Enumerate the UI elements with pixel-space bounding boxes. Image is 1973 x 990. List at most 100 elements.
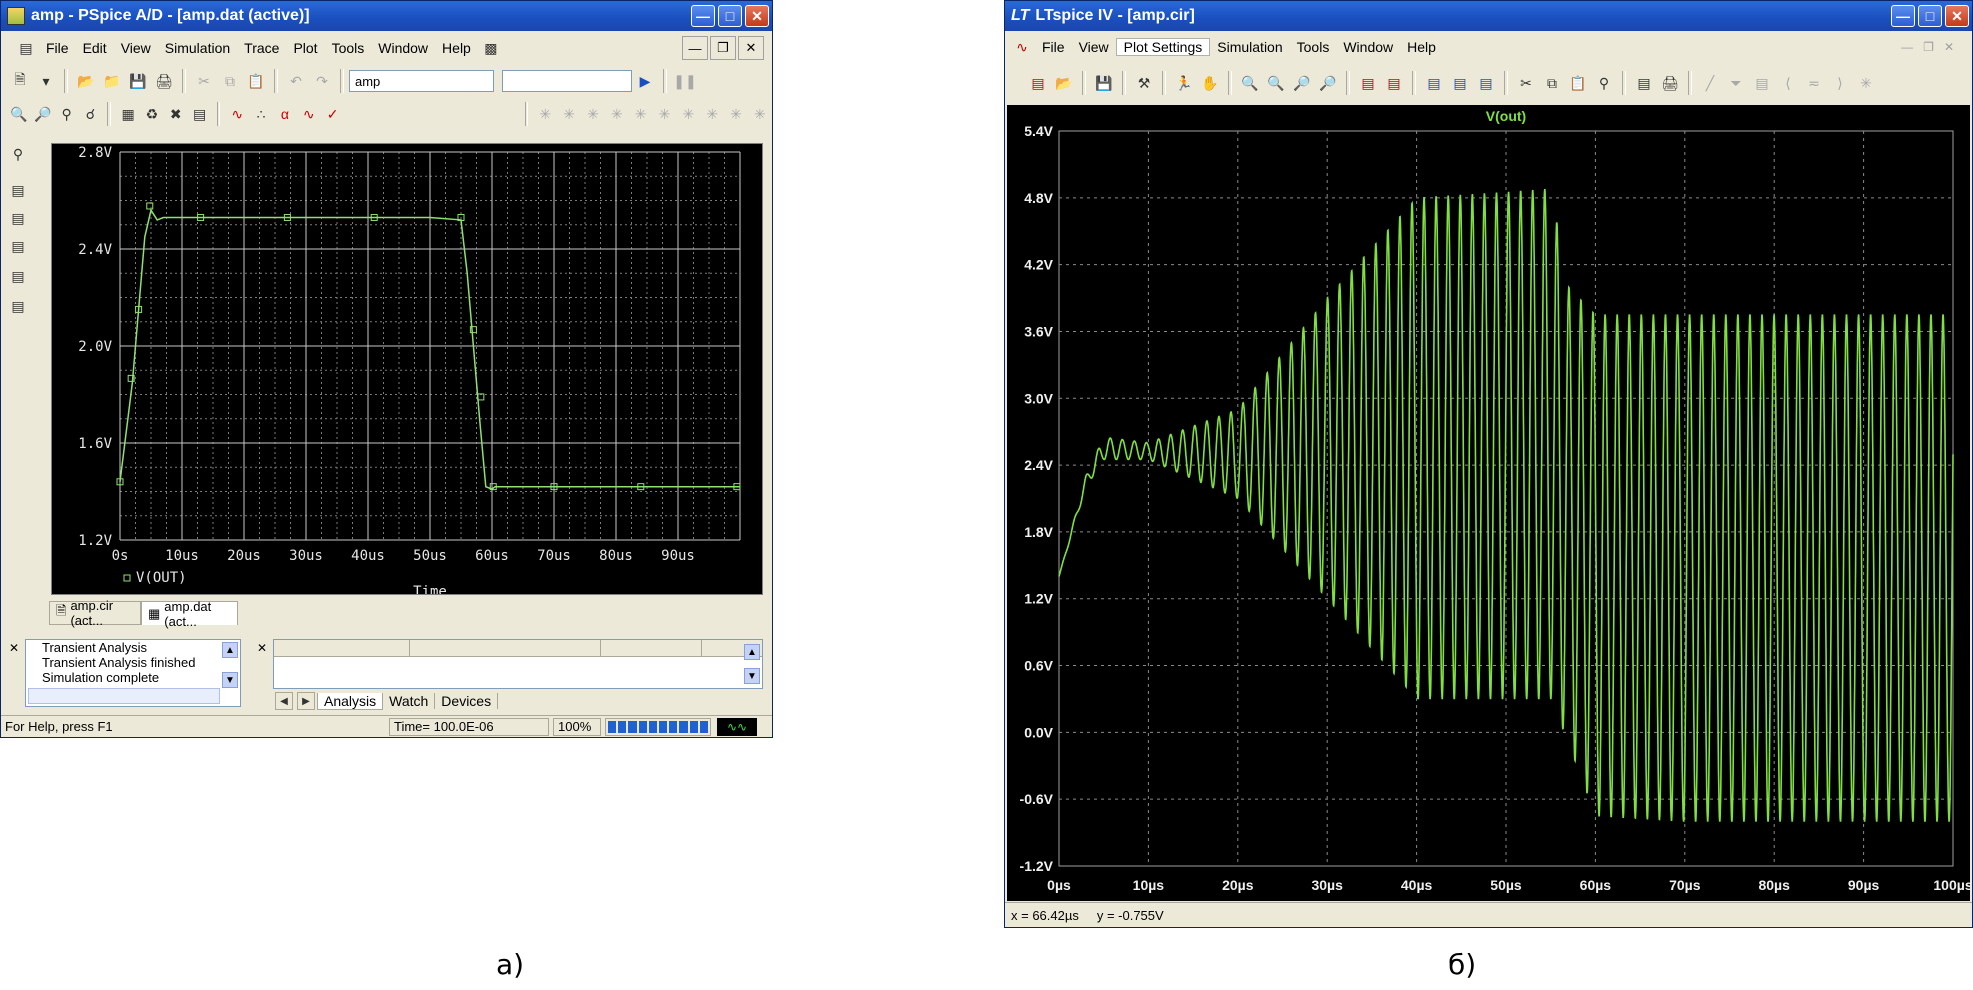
mark-label-icon[interactable]: ✳: [750, 103, 770, 125]
cursor-slope-icon[interactable]: ✳: [583, 103, 603, 125]
probe-icon[interactable]: ▤: [7, 295, 29, 317]
log-x-icon[interactable]: ▦: [118, 103, 138, 125]
maximize-button[interactable]: □: [718, 5, 742, 27]
menu-file[interactable]: File: [39, 40, 76, 56]
lt-pick-visible-icon[interactable]: ▤: [1383, 72, 1405, 94]
output-scroll-down[interactable]: ▼: [222, 672, 238, 688]
sim-settings-icon[interactable]: ▤: [7, 179, 29, 201]
menu-tools[interactable]: Tools: [325, 40, 372, 56]
watch-col-3[interactable]: [601, 640, 702, 656]
new-icon[interactable]: 🗎: [9, 70, 31, 92]
prev-transition-icon[interactable]: ✳: [726, 103, 746, 125]
tab-amp-cir[interactable]: 🗎 amp.cir (act...: [49, 598, 141, 628]
watch-scroll-down[interactable]: ▼: [744, 668, 760, 684]
tab-watch[interactable]: Watch: [383, 693, 436, 709]
lt-open-icon[interactable]: 📂: [1053, 72, 1075, 94]
lt-menu-plot-settings[interactable]: Plot Settings: [1115, 38, 1211, 56]
lt-run-icon[interactable]: 🏃: [1173, 72, 1195, 94]
redo-icon[interactable]: ↷: [311, 70, 333, 92]
open-sim-icon[interactable]: 📁: [101, 70, 123, 92]
log-y-icon[interactable]: ▤: [190, 103, 210, 125]
ltspice-title-bar[interactable]: LT LTspice IV - [amp.cir] — □ ✕: [1005, 1, 1972, 31]
pin-icon[interactable]: ⚲: [7, 143, 29, 165]
pspice-plot-area[interactable]: 2.8V 2.4V 2.0V 1.6V 1.2V 0s 10us 20us 30us 40us 50…: [51, 143, 763, 600]
sim-messages-icon[interactable]: ▤: [7, 235, 29, 257]
lt-inductor-icon[interactable]: ⟩: [1829, 72, 1851, 94]
lt-menu-file[interactable]: File: [1035, 39, 1072, 55]
tab-analysis[interactable]: Analysis: [317, 692, 384, 710]
next-transition-icon[interactable]: ✳: [702, 103, 722, 125]
lt-autorange-icon[interactable]: ▤: [1357, 72, 1379, 94]
lt-zoom-out-icon[interactable]: 🔎: [1291, 72, 1313, 94]
lt-zoom-area-icon[interactable]: 🔍: [1265, 72, 1287, 94]
secondary-combo[interactable]: [502, 70, 632, 92]
lt-minimize-button[interactable]: —: [1891, 5, 1915, 27]
mdi-restore-button[interactable]: ❐: [710, 36, 736, 60]
cursor-max-icon[interactable]: ✳: [631, 103, 651, 125]
text-label-icon[interactable]: α: [275, 103, 295, 125]
help-icon[interactable]: ▩: [480, 37, 502, 59]
cursor-trough-icon[interactable]: ✳: [559, 103, 579, 125]
eval-goal-icon[interactable]: ∴: [251, 103, 271, 125]
tab-devices[interactable]: Devices: [435, 693, 499, 709]
lt-menu-tools[interactable]: Tools: [1290, 39, 1337, 55]
minimize-button[interactable]: —: [691, 5, 715, 27]
lt-find-icon[interactable]: ⚲: [1593, 72, 1615, 94]
lt-capacitor-icon[interactable]: ≂: [1803, 72, 1825, 94]
lt-doc-icon[interactable]: ∿: [1011, 36, 1033, 58]
lt-maximize-button[interactable]: □: [1918, 5, 1942, 27]
lt-tile-vert-icon[interactable]: ▤: [1475, 72, 1497, 94]
output-scroll-up[interactable]: ▲: [222, 642, 238, 658]
lt-diode-icon[interactable]: ✳: [1855, 72, 1877, 94]
lt-menu-view[interactable]: View: [1072, 39, 1116, 55]
run-icon[interactable]: ▶: [634, 70, 656, 92]
lt-control-panel-icon[interactable]: ⚒: [1133, 72, 1155, 94]
cursor-point-icon[interactable]: ✳: [655, 103, 675, 125]
menu-help[interactable]: Help: [435, 40, 478, 56]
output-pane-close-icon[interactable]: ✕: [9, 641, 19, 655]
watch-scroll-up[interactable]: ▲: [744, 644, 760, 660]
lt-zoom-fit-icon[interactable]: 🔎: [1317, 72, 1339, 94]
save-icon[interactable]: 💾: [127, 70, 149, 92]
lt-copy-icon[interactable]: ⧉: [1541, 72, 1563, 94]
toggle-cursor-icon[interactable]: ∿: [299, 103, 319, 125]
add-trace-icon[interactable]: ∿: [227, 103, 247, 125]
lt-close-button[interactable]: ✕: [1945, 5, 1969, 27]
lt-paste-icon[interactable]: 📋: [1567, 72, 1589, 94]
lt-save-icon[interactable]: 💾: [1093, 72, 1115, 94]
lt-cut-icon[interactable]: ✂: [1515, 72, 1537, 94]
output-file-icon[interactable]: ▤: [7, 265, 29, 287]
menu-edit[interactable]: Edit: [76, 40, 114, 56]
cursor-mark-icon[interactable]: ✓: [323, 103, 343, 125]
watch-pane-close-icon[interactable]: ✕: [257, 641, 267, 655]
performance-icon[interactable]: ✖: [166, 103, 186, 125]
undo-icon[interactable]: ↶: [285, 70, 307, 92]
lt-menu-simulation[interactable]: Simulation: [1210, 39, 1289, 55]
menu-trace[interactable]: Trace: [237, 40, 286, 56]
cursor-min-icon[interactable]: ✳: [607, 103, 627, 125]
cursor-search-icon[interactable]: ✳: [678, 103, 698, 125]
copy-icon[interactable]: ⧉: [219, 70, 241, 92]
paste-icon[interactable]: 📋: [245, 70, 267, 92]
lt-mdi-restore[interactable]: ❐: [1923, 40, 1944, 54]
watch-col-2[interactable]: [410, 640, 601, 656]
lt-menu-window[interactable]: Window: [1336, 39, 1400, 55]
open-icon[interactable]: 📂: [75, 70, 97, 92]
lt-wire-icon[interactable]: ╱: [1699, 72, 1721, 94]
lt-ground-icon[interactable]: ⏷: [1725, 72, 1747, 94]
fourier-icon[interactable]: ♻: [142, 103, 162, 125]
lt-tile-horiz-icon[interactable]: ▤: [1423, 72, 1445, 94]
menu-plot[interactable]: Plot: [286, 40, 324, 56]
lt-print-icon[interactable]: 🖨: [1659, 72, 1681, 94]
lt-resistor-icon[interactable]: ⟨: [1777, 72, 1799, 94]
menu-doc-icon[interactable]: ▤: [15, 37, 37, 59]
output-hscroll[interactable]: [28, 688, 220, 704]
tab-amp-dat[interactable]: ▦ amp.dat (act...: [141, 599, 238, 629]
lt-cascade-icon[interactable]: ▤: [1449, 72, 1471, 94]
mdi-close-button[interactable]: ✕: [738, 36, 764, 60]
lt-menu-help[interactable]: Help: [1400, 39, 1443, 55]
sim-results-icon[interactable]: ▤: [7, 207, 29, 229]
menu-view[interactable]: View: [114, 40, 158, 56]
cursor-peak-icon[interactable]: ✳: [535, 103, 555, 125]
lt-new-schematic-icon[interactable]: ▤: [1027, 72, 1049, 94]
